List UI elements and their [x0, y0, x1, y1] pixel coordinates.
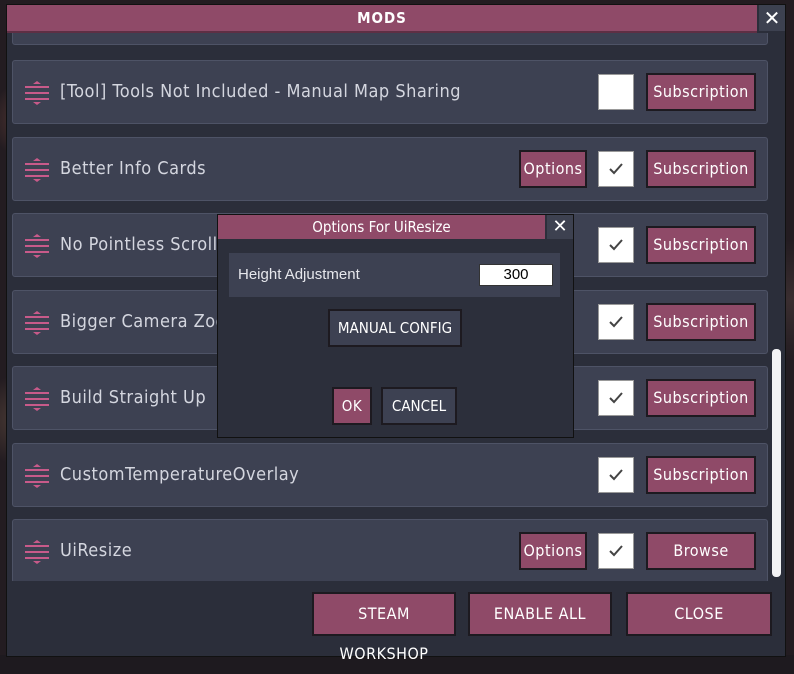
mod-enabled-checkbox[interactable]	[598, 74, 634, 110]
close-button[interactable]: CLOSE	[626, 592, 772, 636]
manual-config-button[interactable]: MANUAL CONFIG	[328, 309, 462, 347]
subscription-button[interactable]: Subscription	[646, 150, 756, 188]
subscription-button[interactable]: Subscription	[646, 226, 756, 264]
drag-handle-icon[interactable]	[24, 311, 50, 335]
subscription-button[interactable]: Subscription	[646, 73, 756, 111]
mod-enabled-checkbox[interactable]	[598, 304, 634, 340]
window-close-button[interactable]: ✕	[759, 5, 785, 31]
subscription-button[interactable]: Subscription	[646, 379, 756, 417]
mod-name: Better Info Cards	[60, 158, 207, 179]
check-icon	[609, 163, 623, 175]
close-icon: ✕	[552, 216, 568, 237]
drag-handle-icon[interactable]	[24, 158, 50, 182]
steam-workshop-button[interactable]: STEAM WORKSHOP	[312, 592, 456, 663]
height-adjustment-label: Height Adjustment	[238, 266, 360, 283]
mod-name: [Tool] Tools Not Included - Manual Map S…	[60, 81, 461, 102]
close-icon: ✕	[763, 6, 781, 30]
options-button[interactable]: Options	[519, 532, 587, 570]
check-icon	[609, 239, 623, 251]
mod-enabled-checkbox[interactable]	[598, 151, 634, 187]
mod-name: Build Straight Up	[60, 387, 207, 408]
scrollbar-thumb[interactable]	[772, 349, 781, 577]
browse-button[interactable]: Browse	[646, 532, 756, 570]
mod-name: CustomTemperatureOverlay	[60, 464, 300, 485]
mod-enabled-checkbox[interactable]	[598, 533, 634, 569]
scrollbar[interactable]	[771, 41, 782, 581]
dialog-title: Options For UiResize	[218, 215, 545, 239]
ok-button[interactable]: OK	[332, 387, 372, 425]
check-icon	[609, 392, 623, 404]
drag-handle-icon[interactable]	[24, 464, 50, 488]
mod-enabled-checkbox[interactable]	[598, 380, 634, 416]
height-adjustment-row: Height Adjustment 300	[229, 253, 560, 297]
enable-all-button[interactable]: ENABLE ALL	[468, 592, 612, 636]
mod-enabled-checkbox[interactable]	[598, 227, 634, 263]
drag-handle-icon[interactable]	[24, 81, 50, 105]
mod-enabled-checkbox[interactable]	[598, 457, 634, 493]
options-button[interactable]: Options	[519, 150, 587, 188]
mod-name: Bigger Camera Zoon	[60, 311, 237, 332]
window-title: MODS	[7, 5, 757, 33]
mod-row: Better Info Cards Options Subscription	[12, 137, 768, 201]
check-icon	[609, 316, 623, 328]
mod-row: [Tool] Tools Not Included - Manual Map S…	[12, 60, 768, 124]
drag-handle-icon[interactable]	[24, 387, 50, 411]
subscription-button[interactable]: Subscription	[646, 303, 756, 341]
check-icon	[609, 545, 623, 557]
mod-row	[12, 33, 768, 45]
mod-row: CustomTemperatureOverlay Subscription	[12, 443, 768, 507]
footer-bar: STEAM WORKSHOP ENABLE ALL CLOSE	[7, 583, 785, 663]
mod-row: UiResize Options Browse	[12, 519, 768, 581]
drag-handle-icon[interactable]	[24, 234, 50, 258]
options-dialog: Options For UiResize ✕ Height Adjustment…	[217, 214, 574, 438]
dialog-close-button[interactable]: ✕	[547, 215, 573, 239]
height-adjustment-input[interactable]: 300	[479, 264, 553, 286]
check-icon	[609, 469, 623, 481]
mod-name: UiResize	[60, 540, 133, 561]
mod-name: No Pointless Scrollb	[60, 234, 229, 255]
subscription-button[interactable]: Subscription	[646, 456, 756, 494]
cancel-button[interactable]: CANCEL	[381, 387, 457, 425]
drag-handle-icon[interactable]	[24, 540, 50, 564]
